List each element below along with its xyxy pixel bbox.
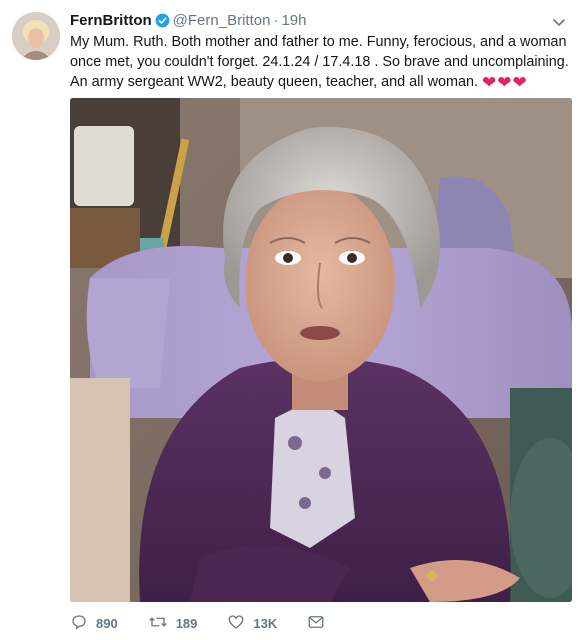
retweet-icon [148,613,176,634]
heart-emoji: ❤ [497,73,512,92]
reply-icon [70,613,96,634]
tweet-text: My Mum. Ruth. Both mother and father to … [70,32,570,94]
avatar[interactable] [12,12,60,60]
like-button[interactable]: 13K [227,613,277,634]
tweet-photo[interactable] [70,98,572,602]
handle[interactable]: @Fern_Britton [173,12,271,29]
tweet: FernBritton @Fern_Britton · 19h My Mum. Rut… [0,0,581,640]
timestamp[interactable]: 19h [281,12,306,29]
retweet-count: 189 [175,615,198,631]
reply-count: 890 [96,615,118,631]
retweet-button[interactable]: 189 [148,613,198,634]
display-name[interactable]: FernBritton [70,12,152,29]
heart-emoji: ❤ [512,73,527,92]
envelope-icon [307,613,333,634]
verified-badge-icon [155,13,170,33]
like-count: 13K [253,615,278,631]
separator-dot: · [273,12,279,29]
direct-message-button[interactable] [307,613,333,634]
chevron-down-icon[interactable] [551,14,567,30]
reply-button[interactable]: 890 [70,613,118,634]
heart-emoji: ❤ [481,73,497,92]
tweet-actions: 890 189 13K [70,612,363,634]
heart-icon [227,613,253,634]
heart-emoji-group: ❤❤❤ [482,73,528,94]
tweet-header: FernBritton @Fern_Britton · 19h [70,12,541,32]
